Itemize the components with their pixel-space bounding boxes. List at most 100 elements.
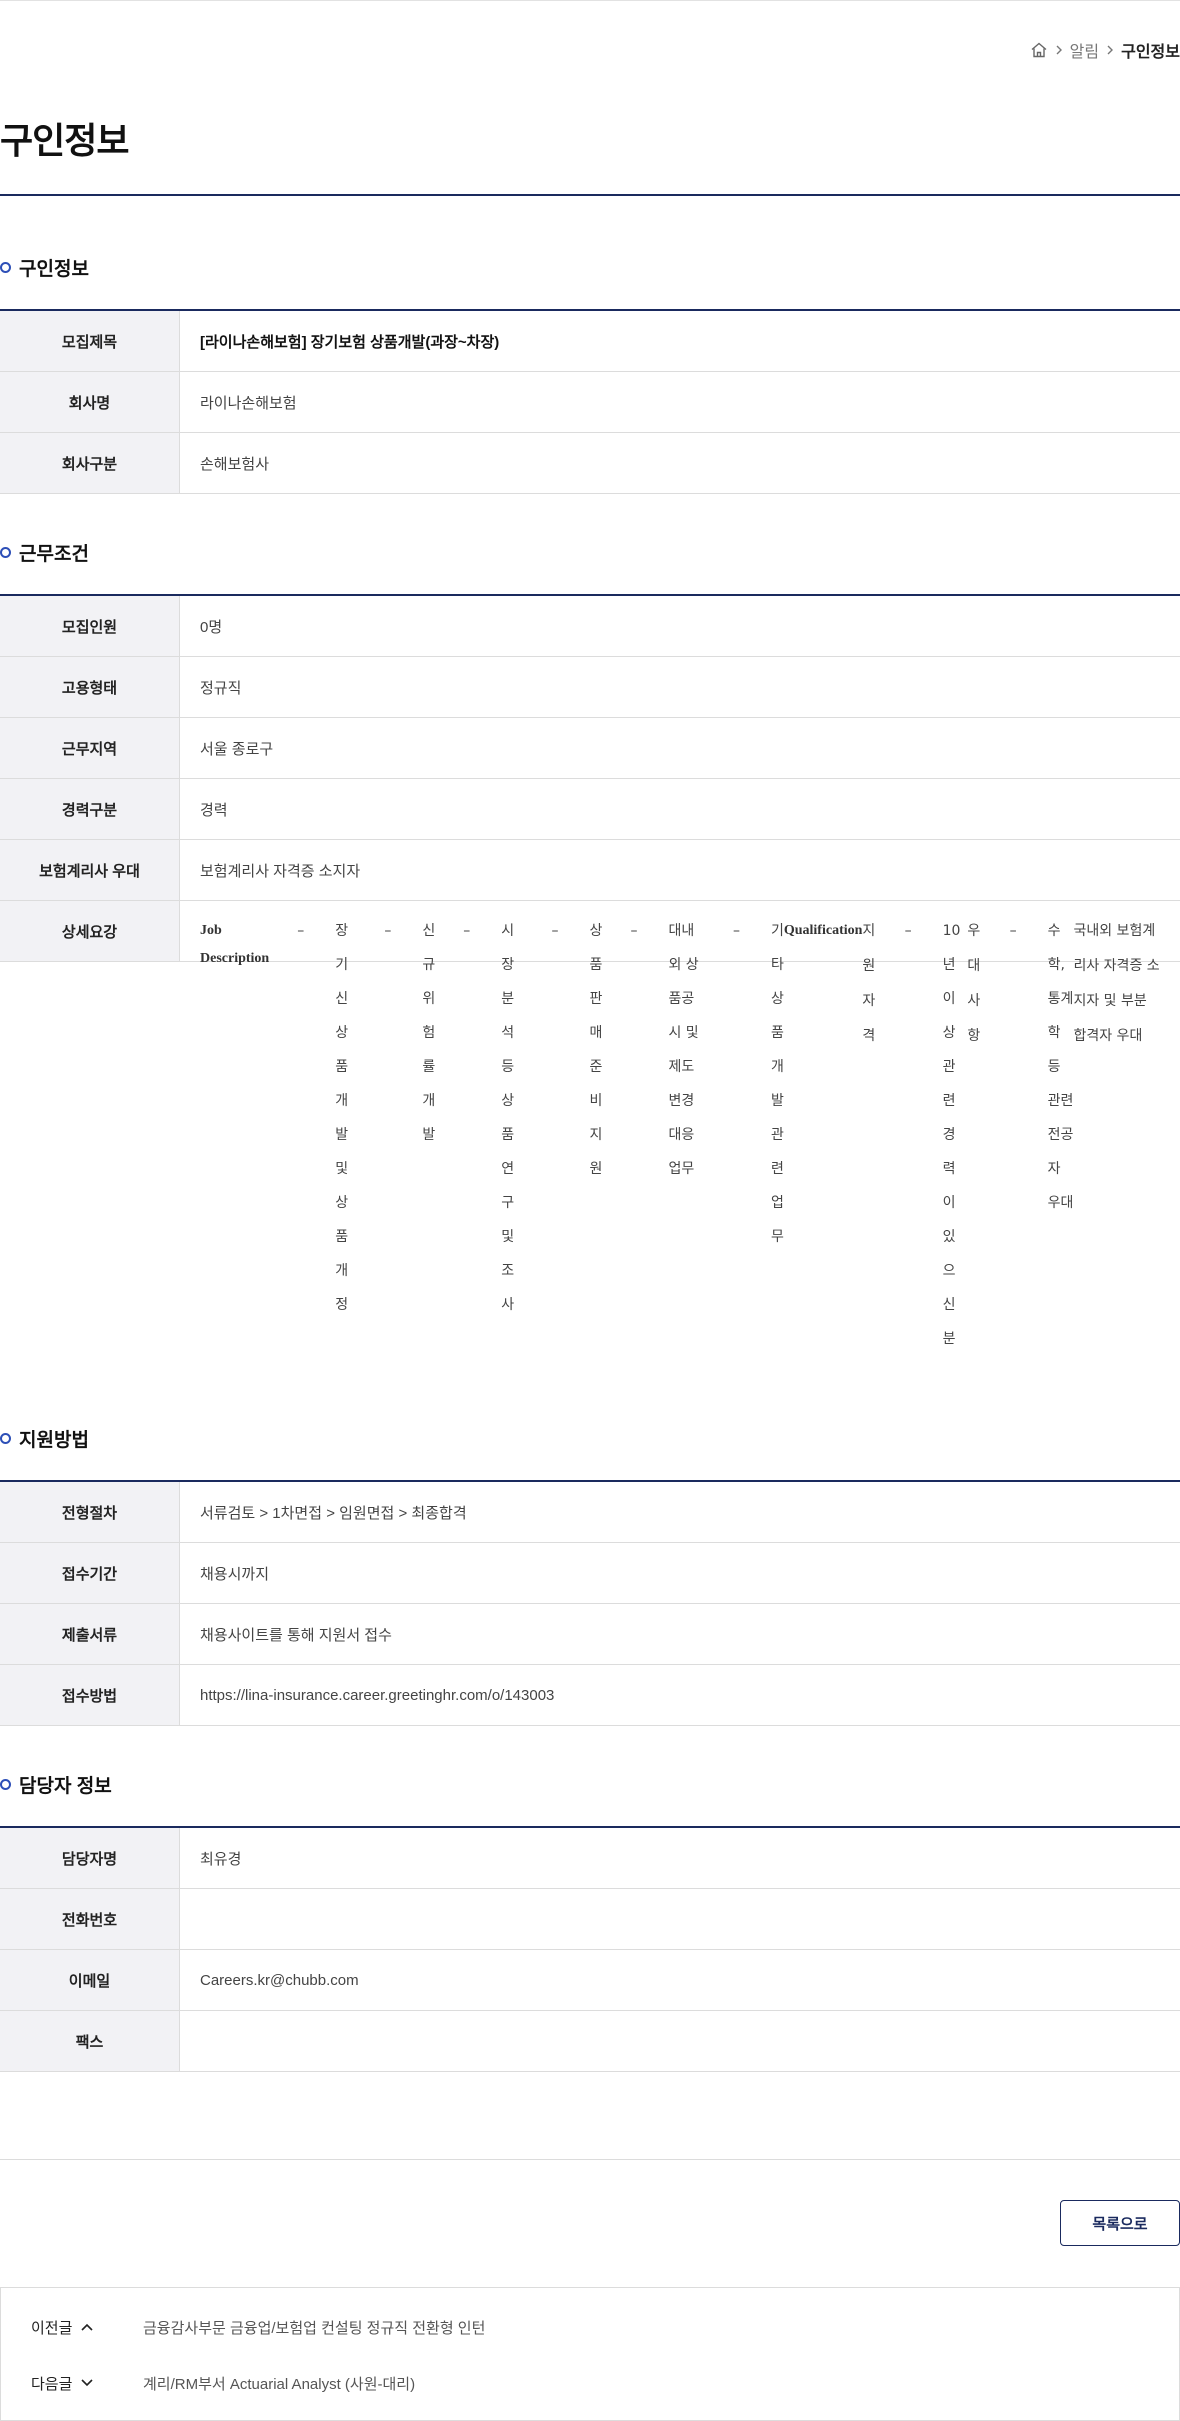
section-heading: 근무조건 xyxy=(0,538,1180,566)
next-post-label: 다음글 xyxy=(31,2375,73,2393)
title-divider xyxy=(0,194,1180,196)
info-table: 담당자명 최유경 전화번호 이메일 Careers.kr@chubb.com 팩… xyxy=(0,1826,1180,2072)
table-row: 경력구분 경력 xyxy=(0,779,1180,840)
detail-bullet-item: – 장기 신상품 개발 및 상품 개정 xyxy=(269,914,356,1313)
table-row: 모집제목 [라이나손해보험] 장기보험 상품개발(과장~차장) xyxy=(0,311,1180,372)
detail-bullet-text: 기타 상품개발 관련 업무 xyxy=(770,923,784,1245)
table-row: 회사명 라이나손해보험 xyxy=(0,372,1180,433)
row-value: 경력 xyxy=(200,801,228,819)
row-label: 상세요강 xyxy=(0,901,180,961)
row-value: 0명 xyxy=(200,618,223,636)
section-heading: 구인정보 xyxy=(0,253,1180,281)
table-row: 전형절차 서류검토 > 1차면접 > 임원면접 > 최종합격 xyxy=(0,1482,1180,1543)
next-post-title[interactable]: 계리/RM부서 Actuarial Analyst (사원-대리) xyxy=(143,2373,415,2394)
row-label: 이메일 xyxy=(0,1950,180,2010)
detail-bullet-item: – 시장 분석 등 상품 연구 및 조사 xyxy=(435,914,523,1313)
table-row: 모집인원 0명 xyxy=(0,596,1180,657)
detail-description: Job Description – 장기 신상품 개발 및 상품 개정 – 신규 위험률… xyxy=(180,901,1180,1348)
breadcrumb-item-current: 구인정보 xyxy=(1121,44,1180,61)
section-contact-info: 담당자 정보 담당자명 최유경 전화번호 이메일 Careers.kr@chub… xyxy=(0,1770,1180,2072)
detail-bullet-text: 상품 판매 준비 지원 xyxy=(589,923,603,1177)
row-label: 고용형태 xyxy=(0,657,180,717)
table-row: 회사구분 손해보험사 xyxy=(0,433,1180,494)
chevron-right-icon xyxy=(1054,44,1064,56)
detail-bullet-text: 수학, 통계학 등 관련 전공자 우대 xyxy=(1047,923,1074,1211)
row-label: 회사명 xyxy=(0,372,180,432)
detail-bullet-item: – 수학, 통계학 등 관련 전공자 우대 xyxy=(982,914,1074,1211)
prev-post-title[interactable]: 금융감사부문 금융업/보험업 컨설팅 정규직 전환형 인턴 xyxy=(143,2317,485,2338)
row-label: 근무지역 xyxy=(0,718,180,778)
dash-marker: – xyxy=(904,923,912,939)
detail-text: 지원자격 xyxy=(862,922,876,1044)
table-row: 팩스 xyxy=(0,2011,1180,2072)
row-label: 전화번호 xyxy=(0,1889,180,1949)
row-label: 담당자명 xyxy=(0,1828,180,1888)
circle-bullet-icon xyxy=(0,1432,11,1444)
table-row: 담당자명 최유경 xyxy=(0,1828,1180,1889)
detail-text: 국내외 보험계리사 자격증 소지자 및 부분 합격자 우대 xyxy=(1073,922,1160,1044)
dash-marker: – xyxy=(732,923,740,939)
row-label: 접수기간 xyxy=(0,1543,180,1603)
detail-bullet-item: – 기타 상품개발 관련 업무 xyxy=(705,914,784,1245)
section-title: 담당자 정보 xyxy=(19,1775,112,1797)
dash-marker: – xyxy=(1009,923,1017,939)
chevron-up-icon xyxy=(80,2319,94,2336)
circle-bullet-icon xyxy=(0,261,11,273)
email-value: Careers.kr@chubb.com xyxy=(200,1971,359,1989)
row-value xyxy=(180,2011,1180,2071)
detail-bullet-text: 신규 위험률 개발 xyxy=(422,923,436,1143)
prev-next-navigation: 이전글 금융감사부문 금융업/보험업 컨설팅 정규직 전환형 인턴 다음글 계리… xyxy=(0,2287,1180,2421)
home-icon[interactable] xyxy=(1030,41,1048,59)
row-label: 팩스 xyxy=(0,2011,180,2071)
section-job-info: 구인정보 모집제목 [라이나손해보험] 장기보험 상품개발(과장~차장) 회사명… xyxy=(0,253,1180,494)
next-post-row[interactable]: 다음글 계리/RM부서 Actuarial Analyst (사원-대리) xyxy=(1,2355,1179,2411)
row-value: 손해보험사 xyxy=(200,455,270,473)
detail-bullet-text: 시장 분석 등 상품 연구 및 조사 xyxy=(501,923,515,1313)
row-label: 경력구분 xyxy=(0,779,180,839)
detail-text: 우대사항 xyxy=(967,922,981,1044)
section-heading: 지원방법 xyxy=(0,1424,1180,1452)
chevron-down-icon xyxy=(80,2375,94,2392)
row-value: 서류검토 > 1차면접 > 임원면접 > 최종합격 xyxy=(200,1504,467,1522)
section-title: 지원방법 xyxy=(19,1429,89,1451)
row-value xyxy=(180,1889,1180,1949)
prev-post-label-group: 이전글 xyxy=(31,2317,143,2338)
detail-bullet-item: – 상품 판매 준비 지원 xyxy=(524,914,603,1177)
table-row: 근무지역 서울 종로구 xyxy=(0,718,1180,779)
info-table: 모집제목 [라이나손해보험] 장기보험 상품개발(과장~차장) 회사명 라이나손… xyxy=(0,309,1180,494)
detail-bullet-item: – 10년 이상 관련 경력이 있으신분 xyxy=(877,914,968,1347)
detail-heading: Qualification xyxy=(783,923,863,938)
row-value: [라이나손해보험] 장기보험 상품개발(과장~차장) xyxy=(200,333,500,351)
table-row: 고용형태 정규직 xyxy=(0,657,1180,718)
top-divider xyxy=(0,0,1180,1)
circle-bullet-icon xyxy=(0,1778,11,1790)
dash-marker: – xyxy=(463,923,471,939)
row-label: 보험계리사 우대 xyxy=(0,840,180,900)
row-value: 채용사이트를 통해 지원서 접수 xyxy=(200,1626,392,1644)
application-url[interactable]: https://lina-insurance.career.greetinghr… xyxy=(180,1665,1180,1725)
row-value: 채용시까지 xyxy=(200,1565,270,1583)
dash-marker: – xyxy=(297,923,305,939)
detail-bullet-text: 대내외 상품공시 및 제도 변경 대응 업무 xyxy=(668,923,699,1177)
breadcrumb: 알림 구인정보 xyxy=(1030,38,1180,62)
prev-post-row[interactable]: 이전글 금융감사부문 금융업/보험업 컨설팅 정규직 전환형 인턴 xyxy=(1,2299,1179,2355)
back-to-list-button[interactable]: 목록으로 xyxy=(1060,2200,1180,2246)
circle-bullet-icon xyxy=(0,546,11,558)
row-label: 모집인원 xyxy=(0,596,180,656)
dash-marker: – xyxy=(630,923,638,939)
dash-marker: – xyxy=(384,923,392,939)
prev-post-label: 이전글 xyxy=(31,2319,73,2337)
table-row: 접수방법 https://lina-insurance.career.greet… xyxy=(0,1665,1180,1726)
section-title: 구인정보 xyxy=(19,258,89,280)
row-label: 모집제목 xyxy=(0,311,180,371)
row-value: 정규직 xyxy=(200,679,242,697)
dash-marker: – xyxy=(551,923,559,939)
section-work-conditions: 근무조건 모집인원 0명 고용형태 정규직 근무지역 서울 종로구 경력구분 경… xyxy=(0,538,1180,1348)
row-label: 접수방법 xyxy=(0,1665,180,1725)
chevron-right-icon xyxy=(1105,44,1115,56)
detail-bullet-text: 장기 신상품 개발 및 상품 개정 xyxy=(335,923,349,1313)
bottom-divider xyxy=(0,2159,1180,2160)
section-heading: 담당자 정보 xyxy=(0,1770,1180,1798)
breadcrumb-item-notice[interactable]: 알림 xyxy=(1070,38,1099,62)
table-row: 전화번호 xyxy=(0,1889,1180,1950)
